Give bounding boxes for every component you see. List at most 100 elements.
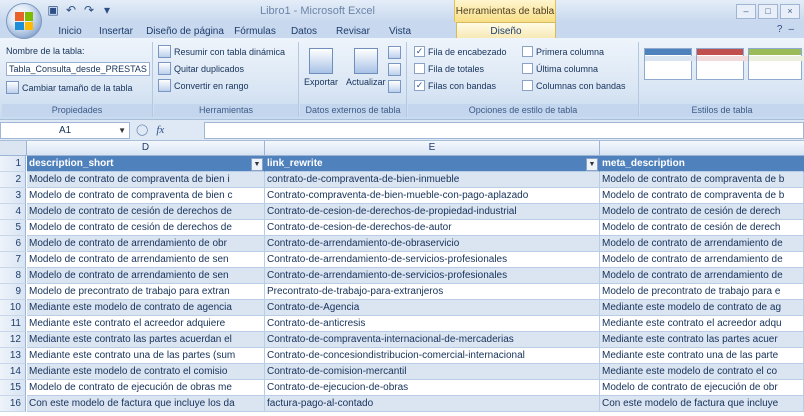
table-cell[interactable]: Mediante este contrato las partes acuer	[600, 332, 804, 348]
table-cell[interactable]: Contrato-de-cesion-de-derechos-de-autor	[265, 220, 600, 236]
row-number[interactable]: 2	[0, 172, 26, 188]
tab-inicio[interactable]: Inicio	[50, 24, 90, 38]
table-cell[interactable]: Modelo de contrato de cesión de derechos…	[27, 204, 265, 220]
table-cell[interactable]: Modelo de precontrato de trabajo para e	[600, 284, 804, 300]
resize-table-button[interactable]: Cambiar tamaño de la tabla	[6, 81, 133, 94]
help-icon[interactable]: ?	[777, 24, 783, 35]
pivot-summary-button[interactable]: Resumir con tabla dinámica	[158, 45, 285, 58]
table-cell[interactable]: Modelo de contrato de arrendamiento de	[600, 268, 804, 284]
table-cell[interactable]: Mediante este modelo de contrato el co	[600, 364, 804, 380]
table-cell[interactable]: Modelo de contrato de ejecución de obr	[600, 380, 804, 396]
export-button[interactable]: Exportar	[304, 48, 338, 87]
row-number[interactable]: 9	[0, 284, 26, 300]
table-cell[interactable]: Contrato-de-concesiondistribucion-comerc…	[265, 348, 600, 364]
row-number[interactable]: 16	[0, 396, 26, 412]
table-name-input[interactable]: Tabla_Consulta_desde_PRESTAS	[6, 62, 150, 76]
table-cell[interactable]: Mediante este modelo de contrato el comi…	[27, 364, 265, 380]
formula-cancel-icon[interactable]: ◯	[136, 123, 148, 136]
table-cell[interactable]: Modelo de precontrato de trabajo para ex…	[27, 284, 265, 300]
table-cell[interactable]: factura-pago-al-contado	[265, 396, 600, 412]
check-total-row[interactable]: Fila de totales	[414, 63, 484, 74]
table-cell[interactable]: Mediante este contrato el acreedor adqui…	[27, 316, 265, 332]
table-cell[interactable]: Con este modelo de factura que incluye	[600, 396, 804, 412]
tab-diseno-pagina[interactable]: Diseño de página	[144, 24, 226, 38]
row-number[interactable]: 11	[0, 316, 26, 332]
table-style-red[interactable]	[696, 48, 804, 80]
table-cell[interactable]: Modelo de contrato de arrendamiento de s…	[27, 268, 265, 284]
check-last-column[interactable]: Última columna	[522, 63, 598, 74]
table-cell[interactable]: Contrato-de-ejecucion-de-obras	[265, 380, 600, 396]
table-cell[interactable]: Modelo de contrato de cesión de derechos…	[27, 220, 265, 236]
tab-datos[interactable]: Datos	[284, 24, 324, 38]
table-cell[interactable]: Modelo de contrato de compraventa de bie…	[27, 172, 265, 188]
tab-revisar[interactable]: Revisar	[330, 24, 376, 38]
minimize-button[interactable]: –	[736, 4, 756, 19]
table-cell[interactable]: Mediante este modelo de contrato de ag	[600, 300, 804, 316]
name-box[interactable]: A1 ▼	[0, 122, 130, 139]
column-header-e[interactable]: E	[265, 141, 600, 155]
table-cell[interactable]: Contrato-de-comision-mercantil	[265, 364, 600, 380]
check-header-row[interactable]: ✓ Fila de encabezado	[414, 46, 507, 57]
customize-qat-icon[interactable]: ▾	[100, 3, 114, 17]
column-header-d[interactable]: D	[27, 141, 265, 155]
table-cell[interactable]: Contrato-de-arrendamiento-de-servicios-p…	[265, 268, 600, 284]
column-header-f[interactable]	[600, 141, 804, 155]
table-cell[interactable]: Contrato-de-anticresis	[265, 316, 600, 332]
table-cell[interactable]: Contrato-de-Agencia	[265, 300, 600, 316]
row-number[interactable]: 6	[0, 236, 26, 252]
table-cell[interactable]: Modelo de contrato de compraventa de bie…	[27, 188, 265, 204]
maximize-button[interactable]: □	[758, 4, 778, 19]
table-style-blue[interactable]	[644, 48, 804, 80]
table-cell[interactable]: Mediante este contrato el acreedor adqu	[600, 316, 804, 332]
table-cell[interactable]: Precontrato-de-trabajo-para-extranjeros	[265, 284, 600, 300]
refresh-button[interactable]: Actualizar	[346, 48, 386, 87]
table-cell[interactable]: Modelo de contrato de cesión de derech	[600, 204, 804, 220]
select-all-corner[interactable]	[0, 141, 27, 155]
formula-input[interactable]	[204, 122, 804, 139]
row-number[interactable]: 8	[0, 268, 26, 284]
table-style-green[interactable]	[748, 48, 804, 80]
open-browser-icon[interactable]	[388, 63, 401, 76]
table-cell[interactable]: Contrato-de-cesion-de-derechos-de-propie…	[265, 204, 600, 220]
table-cell[interactable]: Contrato-de-arrendamiento-de-servicios-p…	[265, 252, 600, 268]
table-cell[interactable]: Mediante este modelo de contrato de agen…	[27, 300, 265, 316]
row-number[interactable]: 15	[0, 380, 26, 396]
table-header-cell[interactable]: meta_description	[600, 156, 804, 172]
filter-dropdown-icon[interactable]: ▼	[586, 158, 598, 171]
table-cell[interactable]: Mediante este contrato las partes acuerd…	[27, 332, 265, 348]
table-cell[interactable]: Mediante este contrato una de las parte	[600, 348, 804, 364]
table-cell[interactable]: Modelo de contrato de ejecución de obras…	[27, 380, 265, 396]
row-number[interactable]: 7	[0, 252, 26, 268]
tab-diseno[interactable]: Diseño	[456, 22, 556, 39]
row-number[interactable]: 3	[0, 188, 26, 204]
table-cell[interactable]: Modelo de contrato de arrendamiento de o…	[27, 236, 265, 252]
insert-function-icon[interactable]: fx	[156, 124, 164, 136]
redo-icon[interactable]: ↷	[82, 3, 96, 17]
table-cell[interactable]: Modelo de contrato de compraventa de b	[600, 172, 804, 188]
undo-icon[interactable]: ↶	[64, 3, 78, 17]
row-number[interactable]: 4	[0, 204, 26, 220]
ribbon-minimize-icon[interactable]: –	[788, 24, 794, 35]
tab-formulas[interactable]: Fórmulas	[230, 24, 280, 38]
office-button[interactable]	[6, 3, 42, 39]
remove-duplicates-button[interactable]: Quitar duplicados	[158, 62, 244, 75]
unlink-icon[interactable]	[388, 80, 401, 93]
table-cell[interactable]: Modelo de contrato de arrendamiento de	[600, 252, 804, 268]
table-cell[interactable]: Modelo de contrato de compraventa de b	[600, 188, 804, 204]
row-number[interactable]: 12	[0, 332, 26, 348]
row-number[interactable]: 14	[0, 364, 26, 380]
properties-icon[interactable]	[388, 46, 401, 59]
tab-vista[interactable]: Vista	[382, 24, 418, 38]
table-cell[interactable]: Modelo de contrato de arrendamiento de s…	[27, 252, 265, 268]
name-box-dropdown-icon[interactable]: ▼	[118, 123, 126, 138]
check-first-column[interactable]: Primera columna	[522, 46, 604, 57]
row-number[interactable]: 10	[0, 300, 26, 316]
table-cell[interactable]: Contrato-de-compraventa-internacional-de…	[265, 332, 600, 348]
check-banded-columns[interactable]: Columnas con bandas	[522, 80, 626, 91]
table-header-cell[interactable]: link_rewrite ▼	[265, 156, 600, 172]
table-cell[interactable]: Modelo de contrato de cesión de derech	[600, 220, 804, 236]
table-cell[interactable]: Contrato-compraventa-de-bien-mueble-con-…	[265, 188, 600, 204]
tab-insertar[interactable]: Insertar	[94, 24, 138, 38]
row-number[interactable]: 1	[0, 156, 26, 172]
check-banded-rows[interactable]: ✓ Filas con bandas	[414, 80, 496, 91]
